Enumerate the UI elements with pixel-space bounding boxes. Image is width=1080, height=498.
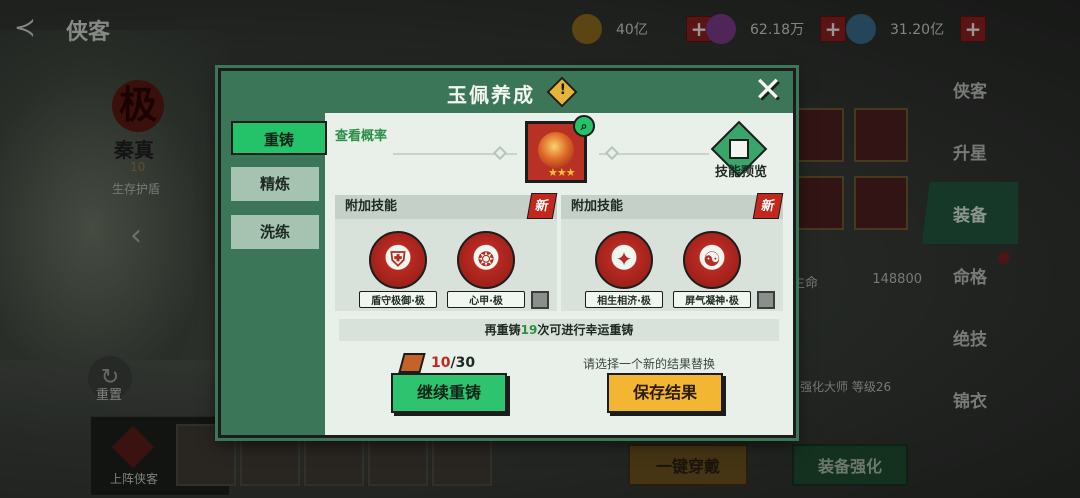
shield-skill-icon[interactable]: ⛨ [369,231,427,289]
new-badge: 新 [752,193,784,219]
skill-glyph: ⛨ [390,247,406,271]
skill-glyph: ✦ [615,247,633,271]
skill-name: 心甲·极 [447,291,525,308]
heart-armor-skill-icon[interactable]: ❂ [457,231,515,289]
hint-text: 再重铸 [484,323,521,337]
cost-total: /30 [450,355,476,371]
skill-name: 盾守极御·极 [359,291,437,308]
skill-glyph: ❂ [477,247,495,271]
modal-tab-bar: 重铸 精炼 洗练 [221,113,327,435]
hint-text: 次可进行幸运重铸 [537,323,634,337]
mutual-aid-skill-icon[interactable]: ✦ [595,231,653,289]
current-skill-panel: 附加技能 新 ⛨ 盾守极御·极 ❂ 心甲·极 [335,193,558,311]
magnifier-icon[interactable]: ⌕ [573,115,595,137]
lucky-recast-hint: 再重铸19次可进行幸运重铸 [339,319,779,341]
tab-refine[interactable]: 精炼 [231,167,319,201]
item-stars: ★★★ [548,166,576,179]
skill-name: 相生相济·极 [585,291,663,308]
choose-result-hint: 请选择一个新的结果替换 [583,357,716,371]
skill-preview-label[interactable]: 技能预览 [715,161,767,180]
select-checkbox[interactable] [531,291,549,309]
new-skill-panel: 附加技能 新 ✦ 相生相济·极 ☯ 屏气凝神·极 [561,193,784,311]
skill-glyph: ☯ [703,247,721,271]
divider-ornament [492,145,508,161]
cost-current: 10 [431,355,451,371]
panel-header: 附加技能 [561,195,783,219]
focus-skill-icon[interactable]: ☯ [683,231,741,289]
hint-count: 19 [520,323,538,337]
jade-pendant-modal: 玉佩养成 ! ✕ 重铸 精炼 洗练 查看概率 ★★★ ⌕ 技能预览 附加技能 新… [218,68,796,438]
view-rate-link[interactable]: 查看概率 [335,125,387,144]
save-result-button[interactable]: 保存结果 [607,373,723,413]
tab-reroll[interactable]: 洗练 [231,215,319,249]
skill-name: 屏气凝神·极 [673,291,751,308]
modal-header: 玉佩养成 ! ✕ [221,71,793,113]
close-button[interactable]: ✕ [751,73,785,109]
modal-title: 玉佩养成 [447,83,535,107]
info-icon[interactable]: ! [546,76,578,108]
tab-recast[interactable]: 重铸 [231,121,327,155]
recast-pane: 查看概率 ★★★ ⌕ 技能预览 附加技能 新 ⛨ 盾守极御·极 ❂ 心甲·极 附… [327,113,793,435]
panel-header: 附加技能 [335,195,557,219]
divider-ornament [604,145,620,161]
recast-cost: 10 /30 [398,353,476,373]
new-badge: 新 [526,193,558,219]
jade-pendant-icon [538,132,574,168]
recast-stone-icon [398,353,426,373]
info-glyph: ! [559,82,567,99]
select-checkbox[interactable] [757,291,775,309]
continue-recast-button[interactable]: 继续重铸 [391,373,507,413]
